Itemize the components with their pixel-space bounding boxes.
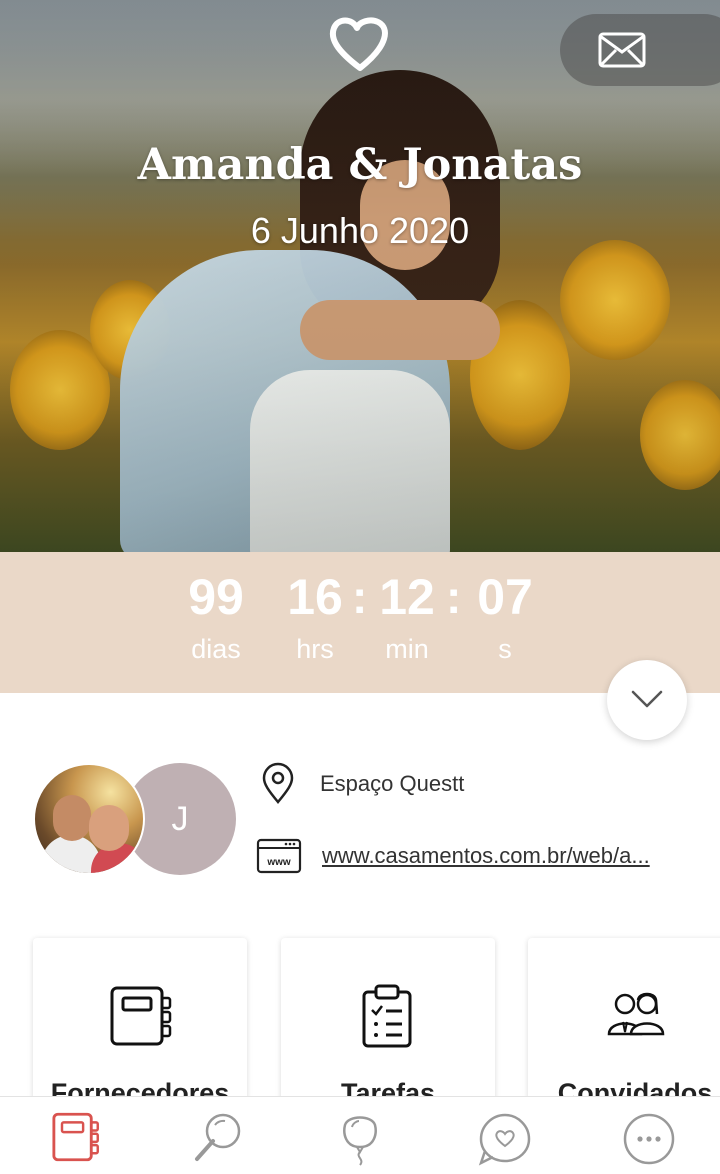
heart-chat-icon [478, 1113, 531, 1166]
couple-names: Amanda & Jonatas [137, 140, 583, 190]
countdown-separator: : [352, 571, 368, 623]
notebook-icon [52, 1112, 99, 1162]
avatar-person-face [53, 795, 91, 841]
nav-item-community[interactable] [472, 1111, 532, 1167]
countdown-minutes: 12 [379, 569, 435, 625]
wedding-date: 6 Junho 2020 [250, 210, 470, 251]
nav-item-more[interactable] [616, 1111, 676, 1167]
nav-item-organizer[interactable] [44, 1111, 104, 1167]
website-link[interactable]: www.casamentos.com.br/web/a... [322, 843, 650, 869]
location-pin-icon [262, 762, 294, 804]
search-icon [195, 1113, 241, 1161]
messages-button[interactable] [560, 14, 720, 86]
countdown-seconds-label: s [498, 634, 512, 664]
notebook-icon [110, 986, 172, 1046]
envelope-icon [598, 32, 646, 68]
venue-name: Espaço Questt [320, 771, 465, 796]
avatar-person-face [89, 805, 129, 851]
avatar-photo[interactable] [33, 763, 145, 875]
svg-text:www: www [266, 857, 291, 868]
countdown-days-label: dias [191, 634, 241, 664]
nav-item-search[interactable] [186, 1111, 246, 1167]
balloon-icon [343, 1116, 377, 1166]
guests-icon [607, 992, 665, 1036]
bottom-navigation [0, 1096, 720, 1174]
chevron-down-icon [631, 690, 663, 708]
website-icon: www [256, 838, 302, 874]
website-row[interactable]: www www.casamentos.com.br/web/a... [256, 834, 650, 878]
countdown-hours-label: hrs [296, 634, 334, 664]
countdown-seconds: 07 [477, 569, 533, 625]
nav-item-inspiration[interactable] [330, 1111, 390, 1167]
countdown-days: 99 [188, 569, 244, 625]
countdown-hours: 16 [287, 569, 343, 625]
countdown-minutes-label: min [385, 634, 429, 664]
venue-row[interactable]: Espaço Questt [256, 762, 464, 806]
expand-button[interactable] [607, 660, 687, 740]
countdown: 99 dias 16 hrs : 12 min : 07 s [0, 552, 720, 693]
more-icon [623, 1113, 675, 1165]
countdown-separator: : [446, 571, 462, 623]
heart-icon [326, 14, 394, 74]
clipboard-checklist-icon [362, 984, 412, 1048]
